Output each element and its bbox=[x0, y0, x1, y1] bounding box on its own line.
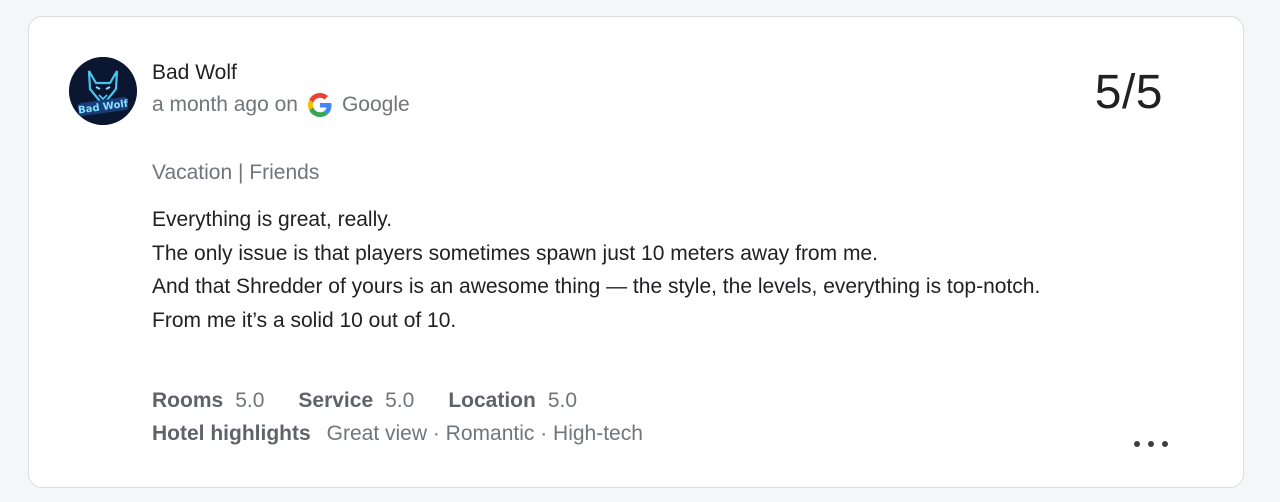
wolf-avatar-icon: Bad Wolf bbox=[69, 57, 137, 125]
location-value: 5.0 bbox=[547, 389, 578, 412]
dot bbox=[1162, 441, 1168, 447]
dot bbox=[1148, 441, 1154, 447]
review-time: a month ago on bbox=[152, 93, 298, 116]
google-g-icon bbox=[307, 93, 332, 117]
review-source: Google bbox=[341, 93, 410, 116]
review-meta: a month ago on Google bbox=[152, 93, 410, 117]
review-card: Bad Wolf Bad Wolf a month ago on Google … bbox=[28, 16, 1244, 488]
hotel-highlights: Hotel highlights Great view · Romantic ·… bbox=[152, 422, 643, 446]
dot bbox=[1134, 441, 1140, 447]
sub-ratings: Rooms 5.0 Service 5.0 Location 5.0 bbox=[152, 389, 611, 413]
rating-score: 5/5 bbox=[1094, 66, 1163, 119]
review-text-line: Everything is great, really. bbox=[152, 208, 393, 231]
more-options-icon[interactable] bbox=[1134, 434, 1168, 454]
highlights-label: Hotel highlights bbox=[152, 422, 311, 445]
review-text-line: The only issue is that players sometimes… bbox=[152, 241, 878, 265]
location-label: Location bbox=[448, 389, 536, 412]
review-text-line: From me it’s a solid 10 out of 10. bbox=[152, 308, 457, 332]
author-name[interactable]: Bad Wolf bbox=[152, 61, 237, 85]
trip-type: Vacation | Friends bbox=[152, 161, 320, 184]
rooms-value: 5.0 bbox=[235, 389, 265, 412]
service-label: Service bbox=[298, 389, 374, 412]
rooms-label: Rooms bbox=[152, 389, 224, 412]
highlights-value: Great view · Romantic · High-tech bbox=[326, 422, 643, 445]
review-text: Everything is great, really. The only is… bbox=[152, 203, 1102, 337]
avatar[interactable]: Bad Wolf bbox=[69, 57, 137, 125]
service-value: 5.0 bbox=[385, 389, 415, 412]
review-text-line: And that Shredder of yours is an awesome… bbox=[152, 275, 1041, 298]
